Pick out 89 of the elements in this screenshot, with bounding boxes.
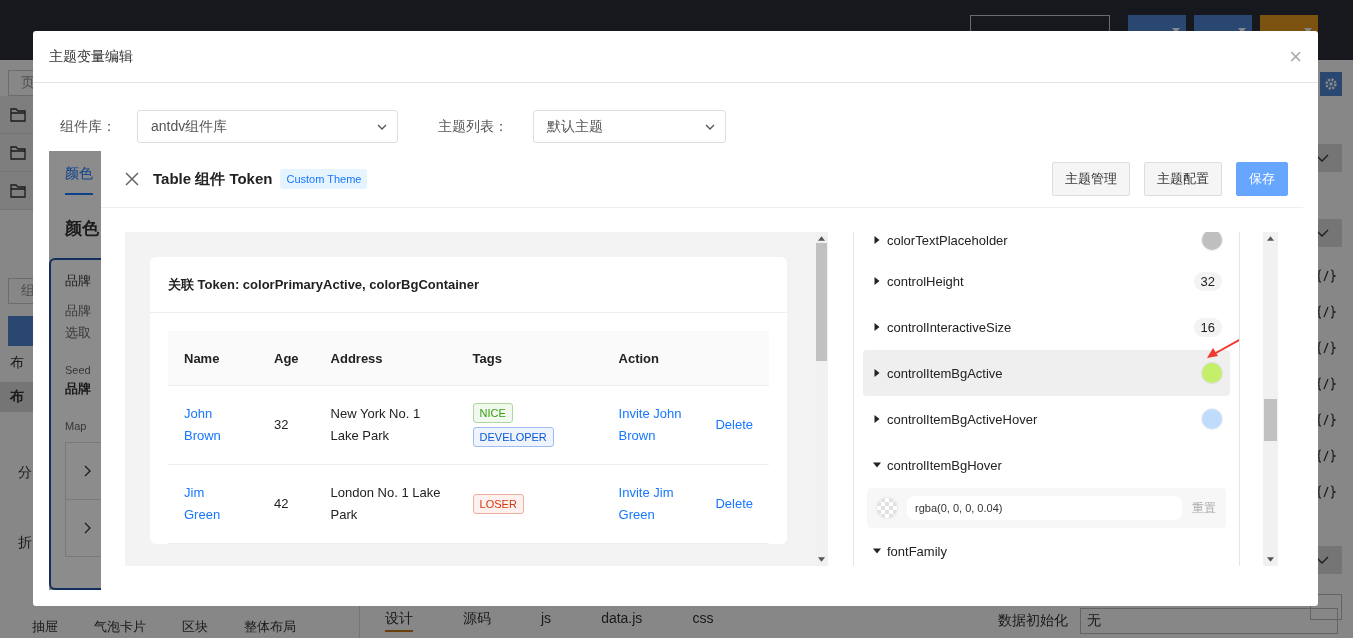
editor-tab[interactable]: 设计 xyxy=(385,610,413,632)
color-swatch[interactable] xyxy=(1202,363,1222,383)
column-header: Age xyxy=(258,331,315,386)
name-link[interactable]: John Brown xyxy=(184,403,242,447)
code-icon[interactable] xyxy=(1316,377,1336,391)
token-row[interactable]: controlItemBgHover xyxy=(863,442,1230,488)
scroll-up-icon[interactable] xyxy=(1267,236,1274,241)
tab[interactable]: 颜色 xyxy=(65,165,93,195)
token-row[interactable]: colorTextPlaceholder xyxy=(863,232,1230,258)
select-field[interactable]: 默认主题 xyxy=(533,110,726,143)
delete-link[interactable]: Delete xyxy=(715,414,753,436)
token-row[interactable]: controlHeight 32 xyxy=(863,258,1230,304)
action-button[interactable]: 主题管理 xyxy=(1052,162,1130,196)
folder-icon xyxy=(10,145,26,160)
component-item[interactable]: 抽屉 xyxy=(32,618,58,636)
component-item[interactable]: 整体布局 xyxy=(244,618,296,636)
token-row[interactable]: controlItemBgActiveHover xyxy=(863,396,1230,442)
card-text: 品牌 xyxy=(65,302,92,320)
chevron-right-icon xyxy=(84,522,91,534)
group-label: 折 xyxy=(18,534,32,552)
field-value: 品牌 xyxy=(65,380,92,398)
color-swatch[interactable] xyxy=(1202,409,1222,429)
column-header: Action xyxy=(602,331,769,386)
editor-tab[interactable]: 源码 xyxy=(463,610,491,632)
code-icon[interactable] xyxy=(1316,449,1336,463)
scroll-down-icon[interactable] xyxy=(1267,557,1274,562)
scrollbar-thumb[interactable] xyxy=(1264,399,1277,441)
annotation-arrow xyxy=(1206,338,1239,360)
field-label: 数据初始化 xyxy=(998,612,1068,630)
scroll-down-icon[interactable] xyxy=(818,557,825,562)
select-field[interactable]: antdv组件库 xyxy=(137,110,398,143)
editor-tab[interactable]: data.js xyxy=(601,610,643,632)
dialog-title: 主题变量编辑 xyxy=(49,47,133,66)
column-header: Name xyxy=(168,331,258,386)
table-cell: New York No. 1 Lake Park xyxy=(314,385,457,465)
color-swatch[interactable] xyxy=(877,498,897,518)
editor-tab[interactable]: js xyxy=(541,610,552,632)
name-link[interactable]: Jim Green xyxy=(184,482,242,526)
tag: LOSER xyxy=(472,494,524,514)
card-text: 选取 xyxy=(65,324,92,342)
code-icon[interactable] xyxy=(1316,269,1336,283)
scroll-up-icon[interactable] xyxy=(818,236,825,241)
editor-tab[interactable]: css xyxy=(692,610,714,632)
code-icon[interactable] xyxy=(1316,413,1336,427)
invite-link[interactable]: Invite Jim Green xyxy=(618,482,684,526)
tag: DEVELOPER xyxy=(472,427,554,447)
component-item[interactable]: 气泡卡片 xyxy=(94,618,146,636)
close-button[interactable] xyxy=(125,172,139,186)
theme-tag: Custom Theme xyxy=(280,169,368,189)
drawer-title: Table 组件 Token xyxy=(153,169,273,189)
card-title: 品牌 xyxy=(65,272,92,290)
scrollbar-thumb[interactable] xyxy=(816,243,827,361)
code-icon[interactable] xyxy=(1316,341,1336,355)
component-item[interactable]: 区块 xyxy=(182,618,208,636)
color-input[interactable]: rgba(0, 0, 0, 0.04) xyxy=(907,496,1182,520)
field-label: 组件库： xyxy=(60,117,117,136)
token-value: 32 xyxy=(1193,271,1222,291)
settings-button[interactable] xyxy=(1320,72,1342,96)
data-init-select[interactable]: 无 xyxy=(1080,608,1338,634)
chevron-down-icon xyxy=(377,123,387,130)
field-label: 主题列表： xyxy=(438,117,509,136)
color-swatch[interactable] xyxy=(1202,232,1222,250)
table-cell: 42 xyxy=(258,464,315,544)
token-row[interactable]: controlInteractiveSize 16 xyxy=(863,304,1230,350)
tag: NICE xyxy=(472,403,513,423)
delete-link[interactable]: Delete xyxy=(715,493,753,515)
field-label: Seed xyxy=(65,364,92,376)
table-cell: London No. 1 Lake Park xyxy=(314,464,457,544)
folder-icon xyxy=(10,183,26,198)
section-heading: 颜色 xyxy=(65,218,100,240)
chevron-down-icon xyxy=(705,123,715,130)
chevron-right-icon xyxy=(84,465,91,477)
table-cell: 32 xyxy=(258,385,315,465)
token-row[interactable]: fontFamily xyxy=(863,528,1230,566)
action-button[interactable]: 主题配置 xyxy=(1144,162,1222,196)
token-value: 16 xyxy=(1193,317,1222,337)
panel-tab[interactable]: 布 xyxy=(10,354,24,372)
code-icon[interactable] xyxy=(1316,485,1336,499)
field-label: Map xyxy=(65,420,88,432)
column-header: Tags xyxy=(456,331,603,386)
invite-link[interactable]: Invite John Brown xyxy=(618,403,684,447)
scrollbar[interactable] xyxy=(1263,232,1278,566)
code-icon[interactable] xyxy=(1316,305,1336,319)
gear-icon xyxy=(1324,77,1338,91)
folder-icon xyxy=(10,107,26,122)
related-tokens-text: 关联 Token: colorPrimaryActive, colorBgContainer xyxy=(168,275,480,294)
group-label: 分 xyxy=(18,464,32,482)
column-header: Address xyxy=(314,331,457,386)
token-row[interactable]: controlItemBgActive xyxy=(863,350,1230,396)
